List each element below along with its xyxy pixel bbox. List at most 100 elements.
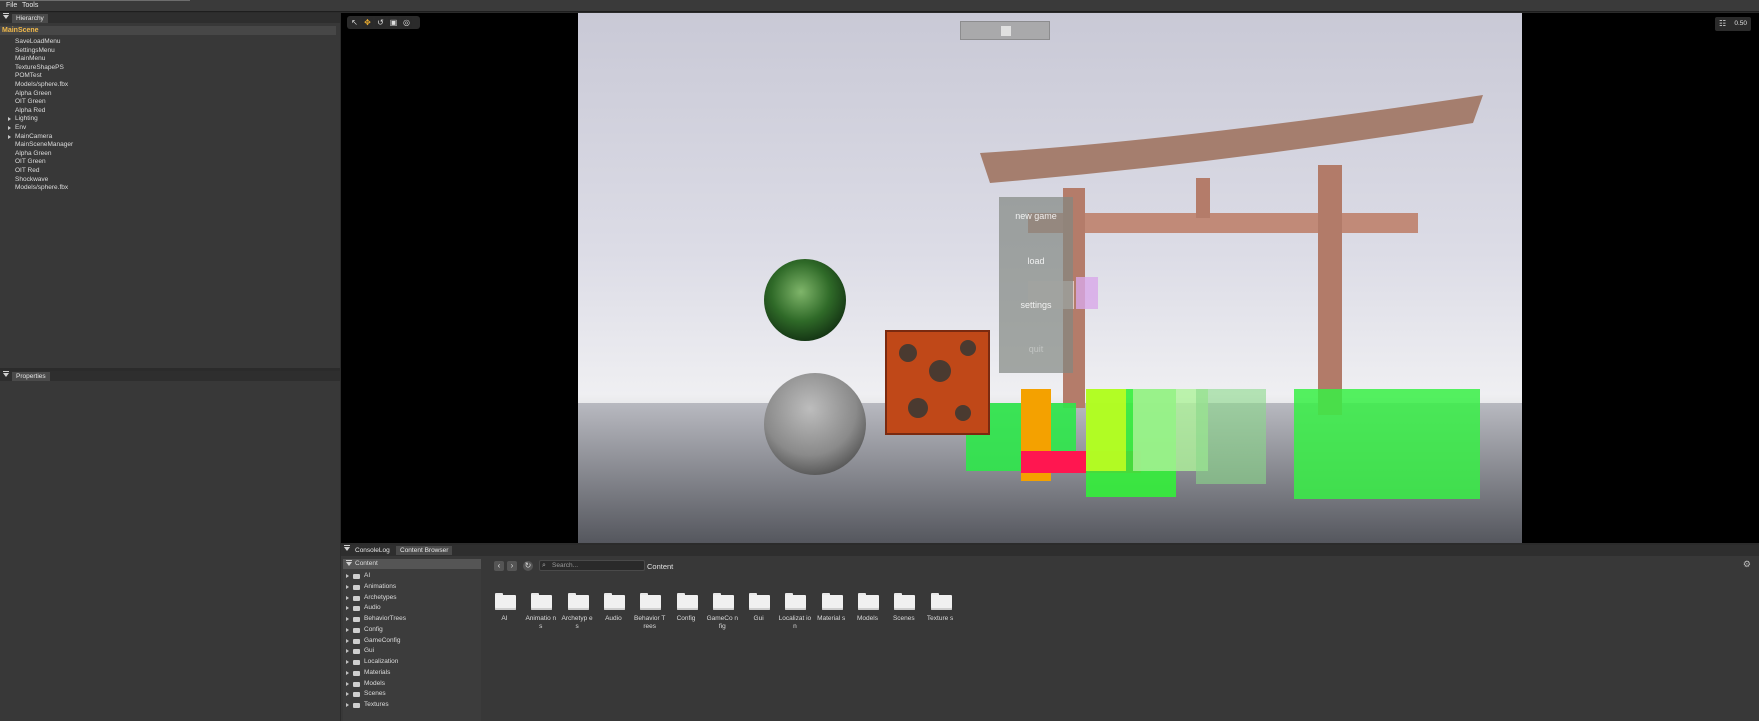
expand-arrow-icon[interactable] (8, 134, 11, 139)
content-tree-item[interactable]: GameConfig (343, 636, 481, 646)
bottom-tab-bar: ConsoleLog Content Browser (341, 545, 1759, 556)
folder-tile[interactable]: Localizat ion (778, 593, 811, 653)
content-tree-item[interactable]: Animations (343, 582, 481, 592)
folder-tile[interactable]: Animatio ns (524, 593, 557, 653)
folder-tile[interactable]: GameCo nfig (706, 593, 739, 653)
content-tree-item-label: Materials (364, 668, 391, 676)
bottom-panel: ConsoleLog Content Browser Content AI Ani… (341, 545, 1759, 721)
folder-icon (353, 584, 360, 590)
folder-tile-label: Animatio ns (525, 615, 557, 630)
folder-tile[interactable]: Behavior Trees (633, 593, 666, 653)
grid-snap-value: 0.50 (1734, 20, 1747, 27)
content-path: Content (647, 562, 674, 571)
scene-render[interactable]: new game load settings quit (578, 13, 1522, 543)
expand-arrow-icon[interactable] (8, 126, 11, 130)
content-tree-item[interactable]: Scenes (343, 689, 481, 699)
collapse-icon[interactable] (346, 560, 352, 566)
folder-tile[interactable]: Material s (815, 593, 848, 653)
transform-icon[interactable]: ◎ (401, 17, 412, 28)
menu-file[interactable]: File (6, 2, 17, 9)
scene-viewport[interactable]: new game load settings quit ↖ ✥ ↺ ▣ ◎ ☷ … (341, 13, 1759, 543)
collapse-icon[interactable] (344, 545, 350, 551)
tab-consolelog[interactable]: ConsoleLog (351, 546, 394, 555)
menu-tools[interactable]: Tools (22, 2, 38, 9)
content-tree-item[interactable]: Materials (343, 668, 481, 678)
content-tree-item-label: Config (364, 625, 383, 633)
folder-tile-label: Localizat ion (778, 615, 812, 630)
tab-hierarchy[interactable]: Hierarchy (12, 14, 48, 23)
tab-properties[interactable]: Properties (12, 372, 50, 381)
expand-arrow-icon[interactable] (346, 627, 349, 632)
content-tree-item[interactable]: Config (343, 625, 481, 635)
content-root[interactable]: Content (343, 559, 481, 569)
content-tree-item[interactable]: Models (343, 679, 481, 689)
folder-tile-label: Behavior Trees (634, 615, 666, 630)
folder-tile[interactable]: Config (670, 593, 703, 653)
properties-panel: Properties (0, 371, 340, 721)
select-icon[interactable]: ↖ (349, 17, 360, 28)
menu-load[interactable]: load (999, 256, 1073, 266)
grid-icon: ☷ (1719, 19, 1727, 28)
content-tree-item[interactable]: BehaviorTrees (343, 614, 481, 624)
expand-arrow-icon[interactable] (346, 574, 349, 578)
expand-arrow-icon[interactable] (346, 670, 349, 675)
hierarchy-item[interactable]: Models/sphere.fbx (0, 183, 336, 192)
expand-arrow-icon[interactable] (346, 606, 349, 611)
forward-icon[interactable]: › (507, 561, 517, 571)
content-tree-item[interactable]: Localization (343, 657, 481, 667)
play-stop-button[interactable] (960, 21, 1050, 40)
expand-arrow-icon[interactable] (346, 617, 349, 621)
expand-arrow-icon[interactable] (346, 703, 349, 707)
expand-arrow-icon[interactable] (346, 681, 349, 686)
folder-icon (353, 606, 360, 612)
folder-tile[interactable]: Scenes (887, 593, 920, 653)
folder-tile[interactable]: AI (488, 593, 521, 653)
content-tree-item-label: AI (364, 572, 371, 579)
expand-arrow-icon[interactable] (8, 117, 11, 122)
content-tree-item[interactable]: AI (343, 571, 481, 581)
grid-snap-control[interactable]: ☷ 0.50 (1715, 17, 1751, 31)
folder-tile[interactable]: Archetyp es (561, 593, 594, 653)
menu-settings[interactable]: settings (999, 300, 1073, 310)
stop-icon (1001, 26, 1011, 36)
folder-icon (353, 595, 360, 601)
folder-icon (603, 593, 625, 610)
scene-root[interactable]: MainScene (0, 26, 336, 35)
content-tree-item[interactable]: Audio (343, 603, 481, 613)
rotate-icon[interactable]: ↺ (375, 17, 386, 28)
folder-icon (567, 593, 589, 610)
expand-arrow-icon[interactable] (346, 595, 349, 600)
back-icon[interactable]: ‹ (494, 561, 504, 571)
hierarchy-panel: Hierarchy MainScene SaveLoadMenu Settings… (0, 13, 340, 368)
folder-icon (712, 593, 734, 610)
expand-arrow-icon[interactable] (346, 692, 349, 697)
menu-quit[interactable]: quit (999, 344, 1073, 354)
move-icon[interactable]: ✥ (362, 17, 373, 28)
expand-arrow-icon[interactable] (346, 649, 349, 654)
content-tree-item[interactable]: Gui (343, 646, 481, 656)
search-input[interactable]: Search... (539, 560, 645, 571)
folder-tile-label: Audio (605, 615, 622, 622)
folder-icon (531, 593, 553, 610)
refresh-icon[interactable]: ↻ (523, 561, 533, 571)
collapse-icon[interactable] (3, 13, 9, 19)
folder-tile[interactable]: Models (851, 593, 884, 653)
settings-gear-icon[interactable]: ⚙ (1743, 559, 1751, 570)
folder-icon (353, 627, 360, 633)
folder-icon (353, 649, 360, 655)
tab-content-browser[interactable]: Content Browser (396, 546, 453, 555)
content-tree-item[interactable]: Archetypes (343, 593, 481, 603)
folder-tile[interactable]: Gui (742, 593, 775, 653)
properties-header: Properties (0, 371, 340, 381)
content-tree-item[interactable]: Textures (343, 700, 481, 710)
folder-icon (821, 593, 843, 610)
menu-new-game[interactable]: new game (999, 211, 1073, 221)
expand-arrow-icon[interactable] (346, 638, 349, 643)
folder-tile[interactable]: Audio (597, 593, 630, 653)
collapse-icon[interactable] (3, 371, 9, 377)
expand-arrow-icon[interactable] (346, 584, 349, 589)
expand-arrow-icon[interactable] (346, 660, 349, 664)
folder-tile[interactable]: Texture s (924, 593, 957, 653)
folder-tile-label: Models (857, 615, 878, 622)
scale-icon[interactable]: ▣ (388, 17, 399, 28)
